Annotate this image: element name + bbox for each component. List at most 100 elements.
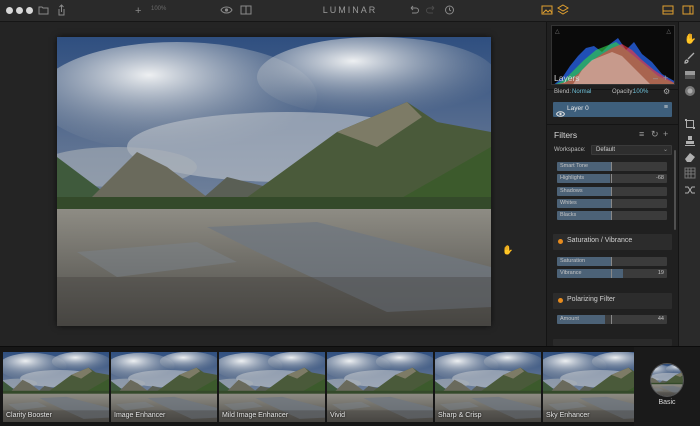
slider-vibrance[interactable]: Vibrance 19: [557, 269, 667, 278]
layer-settings-icon[interactable]: ≡: [664, 104, 668, 111]
filters-title: Filters: [554, 130, 578, 140]
filter-enabled-dot[interactable]: [558, 239, 563, 244]
slider-value: 19: [657, 270, 664, 276]
preset-label: Vivid: [330, 412, 346, 419]
gear-icon[interactable]: ⚙: [663, 87, 670, 96]
slider-label: Smart Tone: [560, 163, 589, 169]
layer-name: Layer 0: [567, 105, 589, 112]
layers-panel-icon[interactable]: [557, 4, 569, 16]
main-photo[interactable]: [57, 37, 491, 326]
preset-label: Sharp & Crisp: [438, 412, 482, 419]
transform-icon[interactable]: [684, 184, 696, 196]
close-window-button[interactable]: [6, 7, 13, 14]
slider-highlights[interactable]: Highlights -68: [557, 174, 667, 184]
slider-label: Vibrance: [560, 270, 582, 276]
slider-handle[interactable]: [611, 162, 612, 171]
filter-saturation-vibrance[interactable]: Saturation / Vibrance: [553, 234, 672, 250]
slider-amount[interactable]: Amount 44: [557, 315, 667, 324]
slider-label: Highlights: [560, 175, 585, 182]
filter-polarizing[interactable]: Polarizing Filter: [553, 293, 672, 309]
slider-label: Shadows: [560, 187, 583, 194]
filter-card-partial[interactable]: [553, 339, 672, 346]
preset-label: Clarity Booster: [6, 412, 52, 419]
slider-value: 44: [657, 316, 664, 322]
preset-thumbnail[interactable]: Vivid: [327, 352, 433, 422]
category-label: Basic: [658, 399, 676, 406]
redo-icon[interactable]: [426, 4, 437, 16]
gradient-icon[interactable]: [684, 69, 696, 81]
slider-handle[interactable]: [611, 186, 612, 196]
visibility-eye-icon[interactable]: [555, 105, 566, 123]
slider-label: Amount: [560, 316, 579, 322]
add-filter-button[interactable]: +: [663, 129, 668, 139]
title-bar: + 100% LUMINAR: [0, 0, 700, 22]
eraser-icon[interactable]: [684, 151, 696, 163]
preset-thumbnail[interactable]: Mild Image Enhancer: [219, 352, 325, 422]
refresh-icon[interactable]: ↻: [651, 129, 659, 140]
blend-label: Blend:: [554, 89, 572, 95]
undo-icon[interactable]: [408, 4, 419, 16]
slider-smart-tone[interactable]: Smart Tone: [557, 162, 667, 171]
image-panel-icon[interactable]: [541, 4, 553, 16]
preset-category-basic[interactable]: Basic: [634, 347, 700, 426]
presets-strip: Clarity Booster Image Enhancer Mild Image …: [0, 346, 700, 426]
slider-label: Blacks: [560, 212, 577, 219]
eye-icon[interactable]: [220, 4, 233, 16]
history-icon[interactable]: [444, 4, 455, 16]
workspace-label: Workspace:: [554, 147, 586, 153]
slider-saturation[interactable]: Saturation: [557, 257, 667, 266]
workspace-select[interactable]: Default ⌄: [591, 145, 672, 155]
slider-blacks[interactable]: Blacks: [557, 211, 667, 221]
filter-name: Saturation / Vibrance: [567, 237, 633, 244]
slider-label: Saturation: [560, 258, 586, 264]
zoom-window-button[interactable]: [26, 7, 33, 14]
slider-handle[interactable]: [611, 315, 612, 324]
radial-icon[interactable]: [684, 85, 696, 97]
minimize-window-button[interactable]: [16, 7, 23, 14]
add-icon[interactable]: +: [135, 4, 141, 18]
filter-name: Polarizing Filter: [567, 296, 616, 303]
slider-shadows[interactable]: Shadows: [557, 186, 667, 196]
image-canvas[interactable]: ✋: [0, 22, 546, 346]
layers-actions: – +: [547, 72, 679, 86]
preset-thumbnail[interactable]: Sharp & Crisp: [435, 352, 541, 422]
opacity-value[interactable]: 100%: [633, 89, 648, 95]
slider-whites[interactable]: Whites: [557, 198, 667, 208]
slider-label: Whites: [560, 199, 577, 206]
filter-enabled-dot[interactable]: [558, 298, 563, 303]
preset-label: Mild Image Enhancer: [222, 412, 289, 419]
compare-icon[interactable]: [240, 4, 252, 16]
slider-handle[interactable]: [611, 211, 612, 221]
preset-label: Sky Enhancer: [546, 412, 590, 419]
highlight-clip-icon[interactable]: △: [666, 28, 671, 35]
slider-handle[interactable]: [611, 257, 612, 266]
pattern-icon[interactable]: [684, 167, 696, 179]
crop-icon[interactable]: [684, 118, 696, 130]
preset-thumbnail[interactable]: Image Enhancer: [111, 352, 217, 422]
slider-handle[interactable]: [611, 198, 612, 208]
remove-layer-button[interactable]: –: [653, 73, 658, 83]
sidebar-icon[interactable]: [682, 4, 694, 16]
slider-handle[interactable]: [611, 269, 612, 278]
share-icon[interactable]: [57, 4, 66, 16]
stamp-icon[interactable]: [684, 135, 696, 147]
filter-presets-icon[interactable]: ≡: [639, 129, 644, 139]
slider-handle[interactable]: [611, 174, 612, 184]
panel-icon[interactable]: [662, 4, 674, 16]
workspace-value: Default: [596, 147, 616, 153]
app-title: LUMINAR: [322, 5, 378, 15]
add-layer-button[interactable]: +: [663, 73, 668, 83]
preset-label: Image Enhancer: [114, 412, 166, 419]
shadow-clip-icon[interactable]: △: [555, 28, 560, 35]
chevron-down-icon: ⌄: [662, 147, 668, 153]
zoom-level[interactable]: 100%: [151, 6, 166, 12]
divider: [547, 124, 679, 125]
folder-icon[interactable]: [38, 4, 49, 16]
hand-icon[interactable]: ✋: [684, 34, 696, 46]
layer-row[interactable]: Layer 0 ≡: [553, 102, 672, 117]
filters-scrollbar[interactable]: [674, 150, 676, 230]
preset-thumbnail[interactable]: Clarity Booster: [3, 352, 109, 422]
blend-mode-select[interactable]: Normal: [572, 89, 591, 95]
category-thumbnail: [650, 363, 684, 397]
brush-icon[interactable]: [684, 52, 696, 64]
